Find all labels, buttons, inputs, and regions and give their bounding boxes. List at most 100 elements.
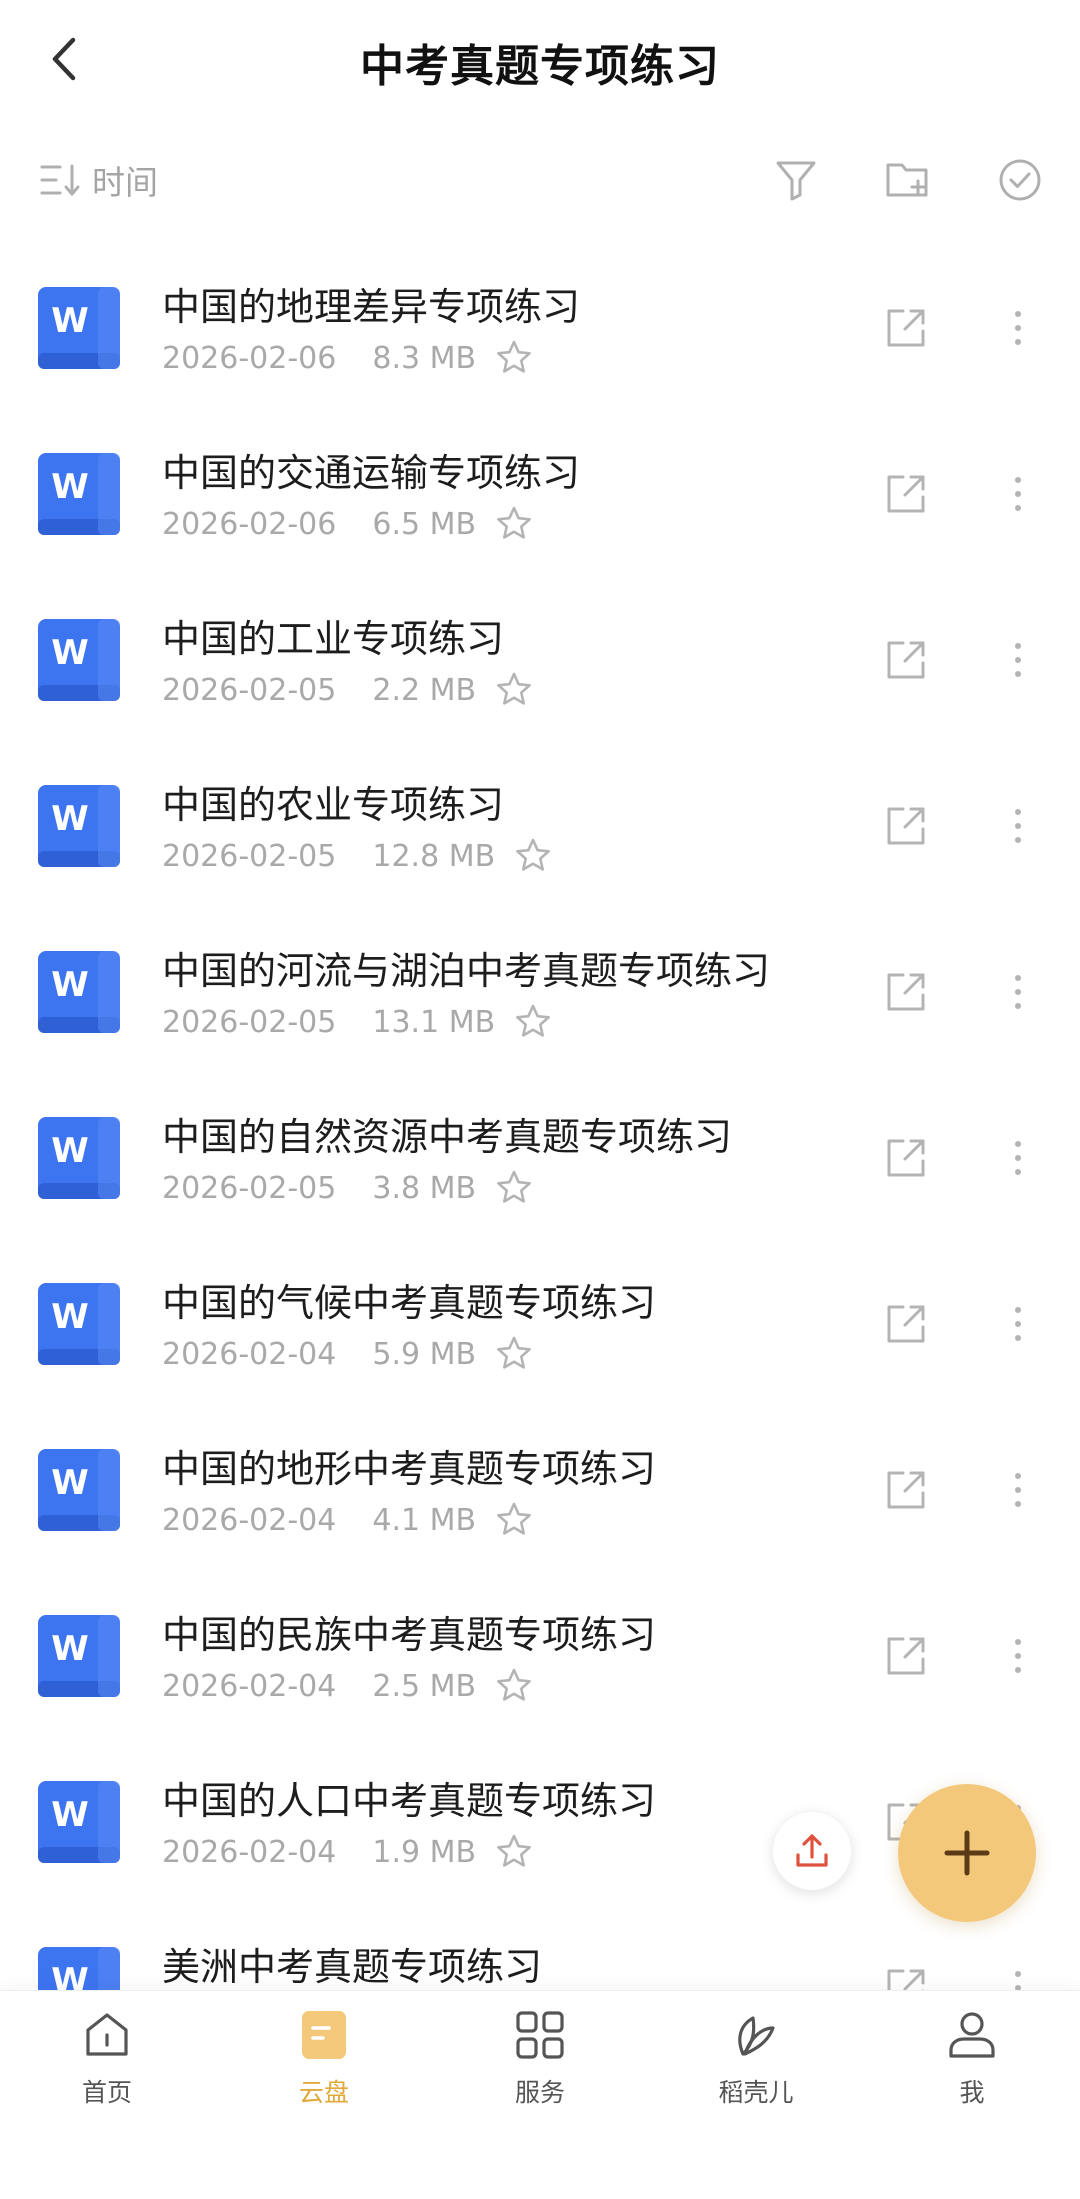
new-folder-button[interactable] — [880, 152, 936, 208]
share-icon — [887, 1139, 925, 1177]
more-vertical-icon — [1015, 1473, 1021, 1507]
page-title: 中考真题专项练习 — [360, 41, 720, 92]
nav-docer[interactable]: 稻壳儿 — [676, 2005, 836, 2125]
more-button[interactable] — [994, 964, 1042, 1020]
favorite-button[interactable] — [494, 1832, 534, 1872]
file-date: 2026-02-05 — [162, 672, 337, 708]
file-row[interactable]: W 中国的气候中考真题专项练习 2026-02-04 5.9 MB — [0, 1236, 1080, 1402]
more-vertical-icon — [1015, 975, 1021, 1009]
more-vertical-icon — [1015, 311, 1021, 345]
file-size: 13.1 MB — [372, 1004, 496, 1040]
nav-me[interactable]: 我 — [892, 2005, 1052, 2125]
nav-home[interactable]: 首页 — [27, 2005, 187, 2125]
upload-button[interactable] — [773, 1812, 851, 1890]
filter-button[interactable] — [768, 152, 824, 208]
file-date: 2026-02-06 — [162, 506, 337, 542]
share-icon — [887, 1305, 925, 1343]
nav-services[interactable]: 服务 — [460, 2005, 620, 2125]
more-button[interactable] — [994, 1296, 1042, 1352]
file-row[interactable]: W 中国的民族中考真题专项练习 2026-02-04 2.5 MB — [0, 1568, 1080, 1734]
nav-cloud-drive[interactable]: 云盘 — [244, 2005, 404, 2125]
share-button[interactable] — [878, 1130, 934, 1186]
favorite-button[interactable] — [513, 1002, 553, 1042]
more-vertical-icon — [1015, 809, 1021, 843]
more-button[interactable] — [994, 1130, 1042, 1186]
svg-text:W: W — [51, 1795, 89, 1835]
file-meta: 2026-02-05 2.2 MB — [162, 670, 534, 710]
word-doc-icon: W — [38, 619, 120, 701]
favorite-button[interactable] — [494, 1334, 534, 1374]
share-button[interactable] — [878, 466, 934, 522]
more-button[interactable] — [994, 466, 1042, 522]
plus-icon — [944, 1830, 990, 1876]
share-button[interactable] — [878, 1462, 934, 1518]
favorite-button[interactable] — [494, 670, 534, 710]
sort-label: 时间 — [92, 163, 158, 202]
file-name: 中国的农业专项练习 — [162, 783, 505, 827]
more-button[interactable] — [994, 300, 1042, 356]
file-name: 美洲中考真题专项练习 — [162, 1945, 543, 1989]
file-list: W 中国的地理差异专项练习 2026-02-06 8.3 MB W 中国的交通运… — [0, 240, 1080, 2066]
nav-label: 服务 — [514, 2078, 565, 2107]
file-date: 2026-02-05 — [162, 1004, 337, 1040]
sort-button[interactable]: 时间 — [40, 154, 158, 206]
share-icon — [887, 1637, 925, 1675]
select-button[interactable] — [992, 152, 1048, 208]
star-icon — [497, 1502, 531, 1535]
share-button[interactable] — [878, 300, 934, 356]
file-meta: 2026-02-05 12.8 MB — [162, 836, 553, 876]
file-size: 4.1 MB — [372, 1502, 477, 1538]
more-button[interactable] — [994, 1462, 1042, 1518]
file-meta: 2026-02-05 3.8 MB — [162, 1168, 534, 1208]
share-button[interactable] — [878, 1296, 934, 1352]
file-name: 中国的气候中考真题专项练习 — [162, 1281, 657, 1325]
share-icon — [887, 807, 925, 845]
file-name: 中国的民族中考真题专项练习 — [162, 1613, 657, 1657]
word-doc-icon: W — [38, 1117, 120, 1199]
file-row[interactable]: W 中国的农业专项练习 2026-02-05 12.8 MB — [0, 738, 1080, 904]
favorite-button[interactable] — [494, 1666, 534, 1706]
file-row[interactable]: W 中国的工业专项练习 2026-02-05 2.2 MB — [0, 572, 1080, 738]
file-meta: 2026-02-06 6.5 MB — [162, 504, 534, 544]
word-doc-icon: W — [38, 453, 120, 535]
word-doc-icon: W — [38, 951, 120, 1033]
file-date: 2026-02-04 — [162, 1336, 337, 1372]
star-icon — [497, 672, 531, 705]
file-row[interactable]: W 中国的自然资源中考真题专项练习 2026-02-05 3.8 MB — [0, 1070, 1080, 1236]
svg-text:W: W — [51, 1297, 89, 1337]
star-icon — [497, 506, 531, 539]
more-vertical-icon — [1015, 1141, 1021, 1175]
more-button[interactable] — [994, 1628, 1042, 1684]
favorite-button[interactable] — [494, 1168, 534, 1208]
file-name: 中国的地形中考真题专项练习 — [162, 1447, 657, 1491]
share-button[interactable] — [878, 1628, 934, 1684]
add-button[interactable] — [898, 1784, 1036, 1922]
share-button[interactable] — [878, 798, 934, 854]
favorite-button[interactable] — [494, 338, 534, 378]
more-button[interactable] — [994, 632, 1042, 688]
check-circle-icon — [999, 159, 1041, 201]
user-icon — [949, 2012, 995, 2058]
upload-icon — [796, 1834, 828, 1867]
file-row[interactable]: W 中国的地理差异专项练习 2026-02-06 8.3 MB — [0, 240, 1080, 406]
file-row[interactable]: W 中国的地形中考真题专项练习 2026-02-04 4.1 MB — [0, 1402, 1080, 1568]
favorite-button[interactable] — [513, 836, 553, 876]
svg-text:W: W — [51, 1463, 89, 1503]
file-meta: 2026-02-04 1.9 MB — [162, 1832, 534, 1872]
file-row[interactable]: W 中国的河流与湖泊中考真题专项练习 2026-02-05 13.1 MB — [0, 904, 1080, 1070]
share-icon — [887, 973, 925, 1011]
toolbar: 时间 — [0, 140, 1080, 220]
more-button[interactable] — [994, 798, 1042, 854]
favorite-button[interactable] — [494, 1500, 534, 1540]
folder-add-icon — [886, 163, 928, 197]
file-name: 中国的自然资源中考真题专项练习 — [162, 1115, 733, 1159]
favorite-button[interactable] — [494, 504, 534, 544]
share-button[interactable] — [878, 964, 934, 1020]
file-meta: 2026-02-05 13.1 MB — [162, 1002, 553, 1042]
file-size: 12.8 MB — [372, 838, 496, 874]
share-button[interactable] — [878, 632, 934, 688]
word-doc-icon: W — [38, 1449, 120, 1531]
file-row[interactable]: W 中国的交通运输专项练习 2026-02-06 6.5 MB — [0, 406, 1080, 572]
file-name: 中国的河流与湖泊中考真题专项练习 — [162, 949, 771, 993]
word-doc-icon: W — [38, 1781, 120, 1863]
